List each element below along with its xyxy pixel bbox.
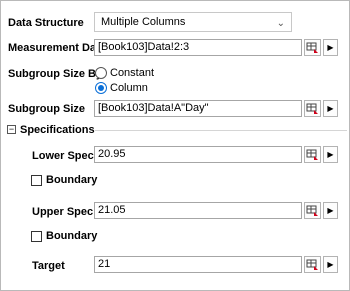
data-structure-select[interactable]: Multiple Columns ⌄ (94, 12, 292, 32)
subgroup-size-range-button[interactable] (304, 100, 321, 117)
data-structure-value: Multiple Columns (101, 16, 186, 28)
chevron-down-icon: ⌄ (276, 18, 285, 29)
lower-boundary-checkbox[interactable] (31, 175, 42, 186)
range-select-icon (306, 259, 318, 270)
upper-spec-range-button[interactable] (304, 202, 321, 219)
measurement-data-arrow-button[interactable]: ▶ (323, 39, 338, 56)
lower-spec-arrow-button[interactable]: ▶ (323, 146, 338, 163)
target-range-button[interactable] (304, 256, 321, 273)
upper-boundary-checkbox[interactable] (31, 231, 42, 242)
lower-spec-input[interactable]: 20.95 (94, 146, 302, 163)
measurement-data-input[interactable]: [Book103]Data!2:3 (94, 39, 302, 56)
triangle-right-icon: ▶ (327, 150, 334, 159)
lower-spec-label: Lower Spec (32, 150, 94, 162)
upper-boundary-label[interactable]: Boundary (46, 229, 97, 243)
column-radio-label[interactable]: Column (110, 81, 148, 95)
target-input[interactable]: 21 (94, 256, 302, 273)
constant-radio-label[interactable]: Constant (110, 66, 154, 80)
section-divider (95, 130, 347, 131)
range-select-icon (306, 42, 318, 53)
range-select-icon (306, 149, 318, 160)
subgroup-size-arrow-button[interactable]: ▶ (323, 100, 338, 117)
upper-spec-input[interactable]: 21.05 (94, 202, 302, 219)
constant-radio[interactable] (95, 67, 107, 79)
lower-boundary-label[interactable]: Boundary (46, 173, 97, 187)
subgroup-size-input[interactable]: [Book103]Data!A"Day" (94, 100, 302, 117)
collapse-toggle-icon[interactable]: − (7, 125, 16, 134)
triangle-right-icon: ▶ (327, 260, 334, 269)
triangle-right-icon: ▶ (327, 104, 334, 113)
target-arrow-button[interactable]: ▶ (323, 256, 338, 273)
dialog-panel: Data Structure Multiple Columns ⌄ Measur… (0, 0, 350, 291)
range-select-icon (306, 205, 318, 216)
measurement-data-range-button[interactable] (304, 39, 321, 56)
target-label: Target (32, 260, 65, 272)
measurement-data-label: Measurement Data (8, 42, 106, 54)
triangle-right-icon: ▶ (327, 43, 334, 52)
specifications-header: Specifications (20, 124, 95, 136)
lower-spec-range-button[interactable] (304, 146, 321, 163)
upper-spec-arrow-button[interactable]: ▶ (323, 202, 338, 219)
subgroup-size-label: Subgroup Size (8, 103, 85, 115)
range-select-icon (306, 103, 318, 114)
subgroup-size-by-label: Subgroup Size By (8, 68, 103, 80)
column-radio[interactable] (95, 82, 107, 94)
triangle-right-icon: ▶ (327, 206, 334, 215)
data-structure-label: Data Structure (8, 17, 84, 29)
upper-spec-label: Upper Spec (32, 206, 94, 218)
